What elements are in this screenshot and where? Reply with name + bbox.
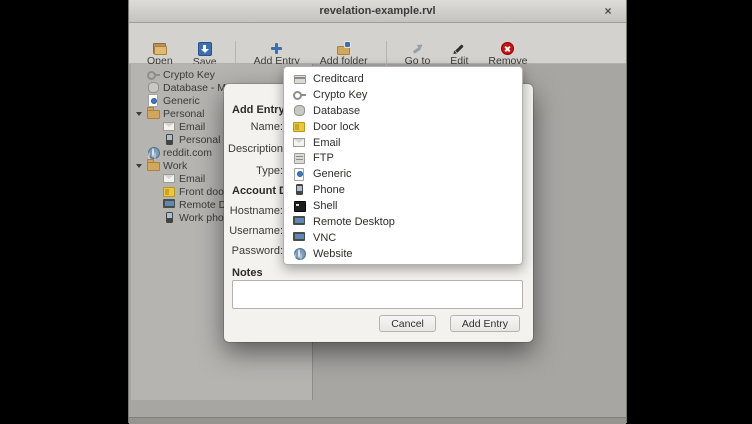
dropdown-item-label: Database [313, 105, 360, 117]
toolbar-button[interactable]: Add Entry [235, 41, 310, 66]
vnc-icon [293, 231, 306, 244]
toolbar-button[interactable]: Edit [440, 41, 478, 66]
toolbar-button-label: Go to [405, 56, 431, 66]
tree-item-label: Crypto Key [163, 69, 215, 81]
hostname-label: Hostname: [228, 205, 283, 217]
type-dropdown-popup: Creditcard Crypto Key Database Door lock… [283, 66, 523, 265]
titlebar: revelation-example.rvl × [129, 0, 626, 23]
database-icon [293, 104, 306, 117]
save-icon [198, 42, 212, 56]
dropdown-item[interactable]: VNC [284, 230, 522, 246]
remote-desktop-icon [293, 215, 306, 228]
dropdown-item-label: Door lock [313, 121, 359, 133]
folder-icon [147, 107, 160, 120]
dropdown-item[interactable]: Creditcard [284, 71, 522, 87]
dropdown-item[interactable]: Remote Desktop [284, 214, 522, 230]
dropdown-item-label: FTP [313, 152, 334, 164]
toolbar: Open Save Add Entry Add folder Go to Edi… [129, 41, 626, 64]
doorlock-icon [293, 120, 306, 133]
tree-item-label: Personal [163, 108, 204, 120]
generic-icon [147, 94, 160, 107]
dropdown-item-label: Crypto Key [313, 89, 367, 101]
dropdown-item[interactable]: Email [284, 135, 522, 151]
toolbar-button[interactable]: Open [137, 41, 183, 66]
toolbar-button[interactable]: Go to [386, 41, 441, 66]
website-icon [293, 247, 306, 260]
dropdown-item[interactable]: FTP [284, 150, 522, 166]
open-folder-icon [153, 42, 166, 55]
dropdown-item-label: Creditcard [313, 73, 364, 85]
email-icon [163, 172, 176, 185]
tree-item-label: Generic [163, 95, 200, 107]
email-icon [163, 120, 176, 133]
notes-label: Notes [232, 267, 263, 279]
dropdown-item-label: VNC [313, 232, 336, 244]
tree-item-label: reddit.com [163, 147, 212, 159]
edit-pencil-icon [453, 42, 466, 55]
type-label: Type: [228, 165, 283, 177]
go-to-icon [411, 42, 424, 55]
dropdown-item[interactable]: Website [284, 246, 522, 262]
dropdown-item-label: Remote Desktop [313, 216, 395, 228]
shell-icon [293, 200, 306, 213]
dropdown-item-label: Email [313, 137, 341, 149]
database-icon [147, 81, 160, 94]
toolbar-button-label: Remove [488, 56, 527, 66]
username-label: Username: [228, 225, 283, 237]
notes-textarea[interactable] [232, 280, 523, 309]
phone-icon [163, 211, 176, 224]
phone-icon [293, 184, 306, 197]
creditcard-icon [293, 72, 306, 85]
window-title: revelation-example.rvl [319, 5, 435, 17]
tree-item-label: Email [179, 173, 205, 185]
name-label: Name: [228, 121, 283, 133]
dropdown-item[interactable]: Shell [284, 198, 522, 214]
remote-desktop-icon [163, 198, 176, 211]
toolbar-button-label: Edit [450, 56, 468, 66]
add-entry-icon [270, 42, 283, 55]
password-label: Password: [228, 245, 283, 257]
description-label: Description: [228, 143, 283, 155]
doorlock-icon [163, 185, 176, 198]
dropdown-item[interactable]: Database [284, 103, 522, 119]
dropdown-item-label: Phone [313, 184, 345, 196]
dropdown-item-label: Generic [313, 168, 352, 180]
section-header-add-entry: Add Entry [232, 104, 285, 116]
website-icon [147, 146, 160, 159]
dropdown-item[interactable]: Door lock [284, 119, 522, 135]
add-entry-submit-button[interactable]: Add Entry [450, 315, 520, 332]
generic-icon [293, 168, 306, 181]
key-icon [293, 88, 306, 101]
menubar [129, 23, 626, 41]
toolbar-button-label: Add folder [320, 56, 368, 66]
cancel-button[interactable]: Cancel [379, 315, 436, 332]
remove-icon [501, 42, 514, 55]
expander-icon[interactable] [135, 107, 144, 120]
tree-item-label: Email [179, 121, 205, 133]
dialog-button-row: Cancel Add Entry [224, 315, 520, 332]
ftp-icon [293, 152, 306, 165]
toolbar-button[interactable]: Remove [478, 41, 537, 66]
screen: revelation-example.rvl × Open Save Add E… [0, 0, 752, 423]
email-icon [293, 136, 306, 149]
dropdown-item-label: Website [313, 248, 353, 260]
folder-icon [147, 159, 160, 172]
toolbar-button[interactable]: Add folder [310, 41, 378, 66]
tree-item-label: Work [163, 160, 187, 172]
close-icon[interactable]: × [600, 3, 616, 19]
expander-icon[interactable] [135, 159, 144, 172]
dropdown-item-label: Shell [313, 200, 337, 212]
phone-icon [163, 133, 176, 146]
add-folder-icon [337, 42, 350, 55]
key-icon [147, 68, 160, 81]
dropdown-item[interactable]: Crypto Key [284, 87, 522, 103]
dropdown-item[interactable]: Generic [284, 166, 522, 182]
dropdown-item[interactable]: Phone [284, 182, 522, 198]
tree-item-label: Front door [179, 186, 227, 198]
